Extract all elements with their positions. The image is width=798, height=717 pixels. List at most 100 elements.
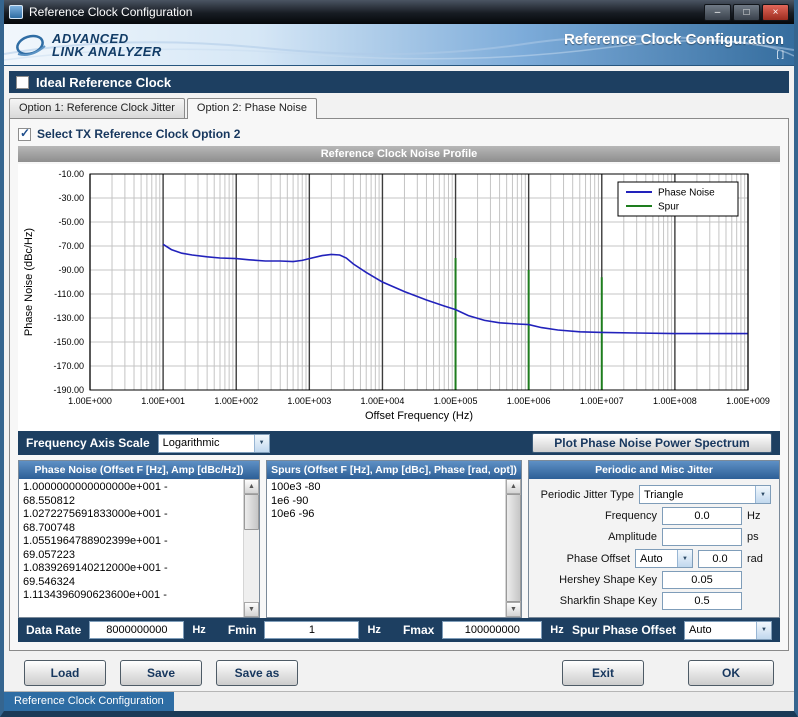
data-rate-field[interactable]: [89, 621, 184, 639]
phase-noise-data-textarea[interactable]: 1.0000000000000000e+001 - 68.550812 1.02…: [19, 479, 259, 617]
scrollbar-track[interactable]: [244, 494, 259, 602]
scrollbar-thumb[interactable]: [506, 494, 521, 602]
chevron-down-icon: ▼: [677, 550, 692, 567]
spur-phase-offset-value: Auto: [685, 624, 756, 636]
load-button[interactable]: Load: [24, 660, 106, 686]
phase-noise-chart: -10.00-30.00-50.00-70.00-90.00-110.00-13…: [18, 164, 776, 426]
scroll-down-icon[interactable]: ▼: [244, 602, 259, 617]
amplitude-unit: ps: [747, 531, 771, 543]
svg-text:-130.00: -130.00: [53, 313, 84, 323]
phase-noise-panel-body: 1.0000000000000000e+001 - 68.550812 1.02…: [19, 479, 259, 617]
spur-phase-offset-select[interactable]: Auto ▼: [684, 621, 772, 640]
save-as-button[interactable]: Save as: [216, 660, 298, 686]
frequency-unit: Hz: [747, 510, 771, 522]
phase-offset-row: Phase Offset Auto ▼ rad: [529, 549, 779, 568]
spurs-panel-body: 100e3 -80 1e6 -90 10e6 -96 ▲ ▼: [267, 479, 521, 617]
svg-text:-70.00: -70.00: [58, 241, 84, 251]
spur-phase-offset-label: Spur Phase Offset: [572, 623, 676, 637]
svg-text:-110.00: -110.00: [54, 289, 84, 299]
chevron-down-icon: ▼: [756, 622, 771, 639]
scroll-up-icon[interactable]: ▲: [244, 479, 259, 494]
titlebar: Reference Clock Configuration – □ ×: [4, 0, 794, 24]
frequency-field[interactable]: [662, 507, 742, 525]
ideal-reference-clock-checkbox[interactable]: [16, 76, 29, 89]
select-tx-option2-label: Select TX Reference Clock Option 2: [37, 127, 240, 141]
fmax-unit: Hz: [550, 624, 563, 636]
svg-text:-190.00: -190.00: [53, 385, 84, 395]
select-tx-option2-checkbox[interactable]: [18, 128, 31, 141]
fmin-label: Fmin: [228, 623, 257, 637]
svg-text:Phase Noise: Phase Noise: [658, 188, 715, 199]
svg-text:Spur: Spur: [658, 202, 680, 213]
svg-text:-170.00: -170.00: [53, 361, 84, 371]
svg-text:1.00E+002: 1.00E+002: [214, 396, 258, 406]
phase-offset-mode-select[interactable]: Auto ▼: [635, 549, 693, 568]
close-button[interactable]: ×: [762, 4, 789, 21]
chevron-down-icon: ▼: [254, 435, 269, 452]
window-controls: – □ ×: [704, 4, 789, 21]
svg-text:-50.00: -50.00: [58, 217, 84, 227]
svg-text:Phase Noise (dBc/Hz): Phase Noise (dBc/Hz): [23, 228, 35, 336]
svg-text:-10.00: -10.00: [58, 169, 84, 179]
phase-noise-data-panel: Phase Noise (Offset F [Hz], Amp [dBc/Hz]…: [18, 460, 260, 618]
select-tx-option2-row: Select TX Reference Clock Option 2: [18, 125, 780, 143]
scrollbar-thumb[interactable]: [244, 494, 259, 530]
noise-profile-header: Reference Clock Noise Profile: [18, 146, 780, 162]
spurs-data-textarea[interactable]: 100e3 -80 1e6 -90 10e6 -96: [267, 479, 521, 617]
frequency-axis-scale-select[interactable]: Logarithmic ▼: [158, 434, 270, 453]
svg-text:1.00E+007: 1.00E+007: [580, 396, 624, 406]
amplitude-label: Amplitude: [608, 531, 657, 543]
scrollbar-track[interactable]: [506, 494, 521, 602]
data-panels: Phase Noise (Offset F [Hz], Amp [dBc/Hz]…: [18, 460, 780, 618]
jitter-panel-header: Periodic and Misc Jitter: [529, 461, 779, 479]
window-icon[interactable]: [9, 5, 23, 19]
fmax-field[interactable]: [442, 621, 542, 639]
plot-phase-noise-power-spectrum-button[interactable]: Plot Phase Noise Power Spectrum: [532, 433, 772, 453]
svg-text:1.00E+000: 1.00E+000: [68, 396, 112, 406]
sharkfin-shape-key-field[interactable]: [662, 592, 742, 610]
scroll-up-icon[interactable]: ▲: [506, 479, 521, 494]
tab-option2-phase-noise[interactable]: Option 2: Phase Noise: [187, 98, 317, 119]
hershey-shape-key-field[interactable]: [662, 571, 742, 589]
frequency-axis-scale-bar: Frequency Axis Scale Logarithmic ▼ Plot …: [18, 431, 780, 455]
svg-text:-30.00: -30.00: [58, 193, 84, 203]
svg-text:1.00E+009: 1.00E+009: [726, 396, 770, 406]
tab-option1-reference-clock-jitter[interactable]: Option 1: Reference Clock Jitter: [9, 98, 185, 118]
periodic-jitter-type-label: Periodic Jitter Type: [541, 489, 634, 501]
svg-text:1.00E+004: 1.00E+004: [361, 396, 405, 406]
phase-offset-field[interactable]: [698, 550, 742, 568]
action-buttons-row: Load Save Save as Exit OK: [4, 659, 794, 687]
svg-text:1.00E+001: 1.00E+001: [141, 396, 185, 406]
spurs-panel-header: Spurs (Offset F [Hz], Amp [dBc], Phase […: [267, 461, 521, 479]
logo-line1: ADVANCED: [52, 32, 162, 45]
reference-clock-configuration-window: Reference Clock Configuration – □ × ADVA…: [0, 0, 798, 717]
phase-noise-chart-container: -10.00-30.00-50.00-70.00-90.00-110.00-13…: [18, 164, 780, 431]
ideal-reference-clock-bar: Ideal Reference Clock: [9, 71, 789, 93]
sharkfin-shape-key-row: Sharkfin Shape Key: [529, 592, 779, 610]
ok-button[interactable]: OK: [688, 660, 774, 686]
option-tabs: Option 1: Reference Clock Jitter Option …: [9, 98, 789, 118]
periodic-jitter-type-select[interactable]: Triangle ▼: [639, 485, 771, 504]
phase-offset-mode-value: Auto: [636, 553, 677, 565]
save-button[interactable]: Save: [120, 660, 202, 686]
logo-line2: LINK ANALYZER: [52, 45, 162, 58]
svg-text:1.00E+008: 1.00E+008: [653, 396, 697, 406]
svg-text:-150.00: -150.00: [53, 337, 84, 347]
periodic-jitter-type-row: Periodic Jitter Type Triangle ▼: [529, 485, 779, 504]
spurs-scrollbar[interactable]: ▲ ▼: [505, 479, 521, 617]
phase-offset-unit: rad: [747, 553, 771, 565]
banner-subtitle: [ ]: [776, 49, 784, 59]
phase-noise-scrollbar[interactable]: ▲ ▼: [243, 479, 259, 617]
frequency-row: Frequency Hz: [529, 507, 779, 525]
advanced-link-analyzer-logo: ADVANCED LINK ANALYZER: [4, 31, 162, 59]
data-rate-label: Data Rate: [26, 623, 81, 637]
amplitude-field[interactable]: [662, 528, 742, 546]
exit-button[interactable]: Exit: [562, 660, 644, 686]
maximize-button[interactable]: □: [733, 4, 760, 21]
minimize-button[interactable]: –: [704, 4, 731, 21]
scroll-down-icon[interactable]: ▼: [506, 602, 521, 617]
ideal-reference-clock-label: Ideal Reference Clock: [36, 75, 171, 90]
hershey-shape-key-row: Hershey Shape Key: [529, 571, 779, 589]
data-rate-bar: Data Rate Hz Fmin Hz Fmax Hz Spur Phase …: [18, 618, 780, 642]
fmin-field[interactable]: [264, 621, 359, 639]
